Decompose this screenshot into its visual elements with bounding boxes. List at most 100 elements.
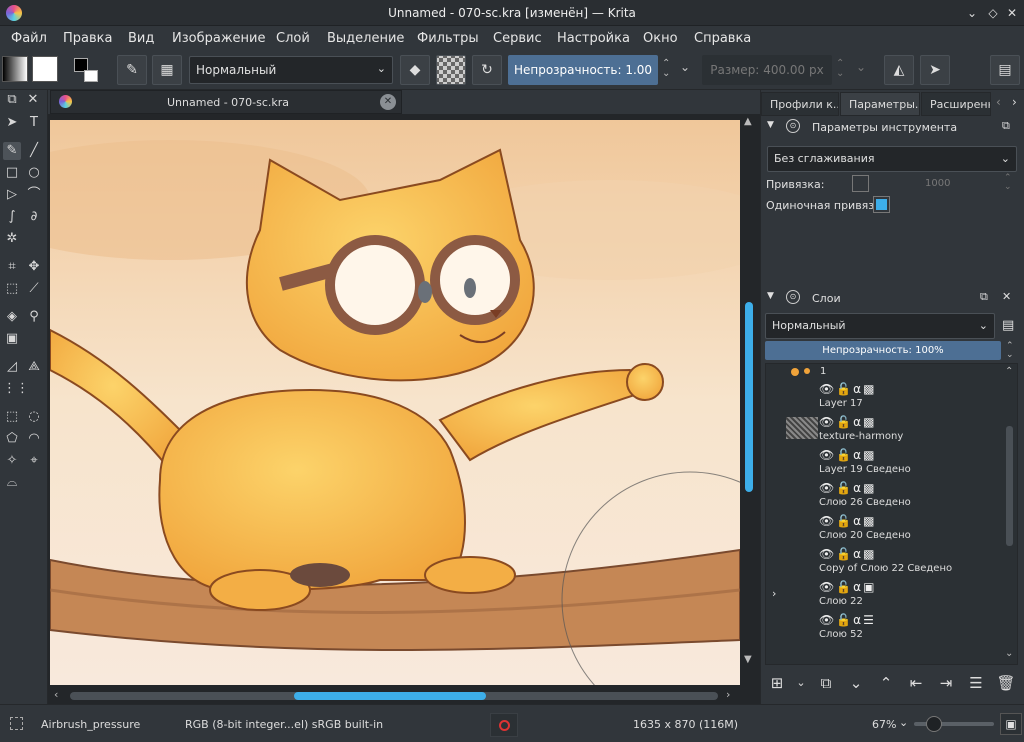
- size-spin-icon[interactable]: ⌃ ⌄: [836, 59, 844, 79]
- opacity-spin-icon[interactable]: ⌃ ⌄: [662, 59, 670, 79]
- tab-advanced[interactable]: Расширенн...: [921, 92, 991, 116]
- polygon-tool-icon[interactable]: ▷: [3, 186, 21, 204]
- layer-scroll-thumb[interactable]: [1006, 426, 1013, 546]
- float-docker-icon[interactable]: ⧉: [980, 290, 988, 304]
- menu-image[interactable]: Изображение: [172, 31, 265, 46]
- move-layer-up-button[interactable]: ⌃: [875, 672, 897, 694]
- eraser-button[interactable]: ◆: [400, 55, 430, 85]
- document-tab[interactable]: Unnamed - 070-sc.kra ✕: [50, 90, 402, 114]
- scroll-down-icon[interactable]: ▼: [744, 654, 752, 665]
- canvas-only-mode-icon[interactable]: ▣: [1000, 713, 1022, 735]
- layer-visibility-icons[interactable]: 👁🔓α▩: [819, 547, 876, 561]
- size-slider[interactable]: Размер: 400.00 px: [702, 55, 832, 85]
- alpha-lock-button[interactable]: [436, 55, 466, 85]
- layer-row[interactable]: 👁🔓α☰ Слою 52: [766, 610, 1002, 643]
- brush-editor-button[interactable]: ▦: [152, 55, 182, 85]
- layer-row[interactable]: 👁🔓α▩ Copy of Слою 22 Сведено: [766, 544, 1002, 577]
- layer-visibility-icons[interactable]: 👁🔓α▩: [819, 382, 876, 396]
- layer-row[interactable]: 👁🔓α▩ Layer 19 Сведено: [766, 445, 1002, 478]
- text-tool-icon[interactable]: T: [25, 114, 43, 132]
- reload-preset-button[interactable]: ↻: [472, 55, 502, 85]
- vertical-scroll-thumb[interactable]: [745, 302, 753, 492]
- layer-row[interactable]: 👁🔓α▩ Слою 26 Сведено: [766, 478, 1002, 511]
- menu-settings[interactable]: Настройка: [557, 31, 630, 46]
- close-panel-icon[interactable]: ✕: [24, 91, 42, 109]
- transform-tool-icon[interactable]: ⬚: [3, 280, 21, 298]
- perspective-grid-tool-icon[interactable]: ⟁: [25, 358, 43, 376]
- zoom-slider[interactable]: [914, 716, 994, 732]
- rect-select-tool-icon[interactable]: ⬚: [3, 408, 21, 426]
- layer-visibility-icons[interactable]: 👁🔓α▣: [819, 580, 876, 594]
- layer-visibility-icons[interactable]: 👁🔓α▩: [819, 448, 876, 462]
- menu-layer[interactable]: Слой: [276, 31, 310, 46]
- color-picker-tool-icon[interactable]: ⚲: [25, 308, 43, 326]
- layer-menu-icon[interactable]: ▤: [1002, 318, 1014, 333]
- duplicate-layer-button[interactable]: ⧉: [815, 672, 837, 694]
- expand-group-icon[interactable]: ›: [772, 587, 776, 600]
- single-snap-checkbox[interactable]: [873, 196, 890, 213]
- color-selector-icon[interactable]: [72, 56, 100, 84]
- ellipse-tool-icon[interactable]: ○: [25, 164, 43, 182]
- tab-brush-presets[interactable]: Профили к...: [761, 92, 839, 116]
- record-icon[interactable]: [490, 713, 518, 737]
- vertical-scrollbar[interactable]: ▲ ▼: [742, 116, 756, 666]
- dynamic-brush-tool-icon[interactable]: ∂: [25, 208, 43, 226]
- layer-opacity-spin-icon[interactable]: ⌃ ⌄: [1006, 342, 1014, 360]
- tab-tool-options[interactable]: Параметры...: [840, 92, 920, 116]
- bezier-select-tool-icon[interactable]: ⌓: [3, 474, 21, 492]
- maximize-button[interactable]: ◇: [985, 5, 1001, 21]
- move-layer-down-button[interactable]: ⌄: [845, 672, 867, 694]
- move-tool-icon[interactable]: ✥: [25, 258, 43, 276]
- menu-tools[interactable]: Сервис: [493, 31, 542, 46]
- menu-window[interactable]: Окно: [643, 31, 678, 46]
- smoothing-combo[interactable]: Без сглаживания ⌄: [767, 146, 1017, 172]
- add-layer-button[interactable]: ⊞: [766, 672, 788, 694]
- chevron-down-icon[interactable]: ⌄: [680, 60, 690, 74]
- layer-row[interactable]: 👁🔓α▩ Слою 20 Сведено: [766, 511, 1002, 544]
- horizontal-scroll-thumb[interactable]: [294, 692, 486, 700]
- layer-visibility-icons[interactable]: 👁🔓α▩: [819, 481, 876, 495]
- assistant-tool-icon[interactable]: ◿: [3, 358, 21, 376]
- layer-list-scrollbar[interactable]: ⌃ ⌄: [1004, 366, 1016, 662]
- mirror-horizontal-button[interactable]: ◭: [884, 55, 914, 85]
- layer-properties-button[interactable]: ☰: [965, 672, 987, 694]
- opacity-slider[interactable]: Непрозрачность: 1.00: [508, 55, 658, 85]
- selection-icon[interactable]: [10, 717, 23, 730]
- gradient-tool-icon[interactable]: ▣: [3, 330, 21, 348]
- snap-spin-icon[interactable]: ⌃ ⌄: [1004, 174, 1012, 192]
- scroll-up-icon[interactable]: ⌃: [1005, 366, 1013, 377]
- layer-right-button[interactable]: ⇥: [935, 672, 957, 694]
- chevron-down-icon[interactable]: ⌄: [899, 716, 908, 729]
- freehand-select-tool-icon[interactable]: ◠: [25, 430, 43, 448]
- tabs-scroll-left-icon[interactable]: ‹: [996, 95, 1001, 109]
- drawing-canvas[interactable]: [50, 120, 740, 685]
- toolbar-menu-button[interactable]: ▤: [990, 55, 1020, 85]
- collapse-arrow-icon[interactable]: ▼: [767, 120, 774, 130]
- scroll-down-icon[interactable]: ⌄: [1005, 648, 1013, 659]
- menu-filters[interactable]: Фильтры: [417, 31, 479, 46]
- close-tab-button[interactable]: ✕: [380, 94, 396, 110]
- zoom-level[interactable]: 67%: [872, 718, 896, 731]
- zoom-slider-handle[interactable]: [926, 716, 942, 732]
- ellipse-select-tool-icon[interactable]: ◌: [25, 408, 43, 426]
- collapse-arrow-icon[interactable]: ▼: [767, 291, 774, 301]
- float-panel-icon[interactable]: ⧉: [3, 91, 21, 109]
- layer-opacity-slider[interactable]: Непрозрачность: 100%: [765, 341, 1001, 360]
- polygon-select-tool-icon[interactable]: ⬠: [3, 430, 21, 448]
- gradient-swatch[interactable]: [2, 56, 28, 82]
- magic-wand-tool-icon[interactable]: ✧: [3, 452, 21, 470]
- tabs-scroll-right-icon[interactable]: ›: [1012, 95, 1017, 109]
- snap-checkbox[interactable]: [852, 175, 869, 192]
- line-tool-icon[interactable]: ╱: [25, 142, 43, 160]
- close-docker-icon[interactable]: ✕: [1002, 290, 1011, 303]
- multibrush-tool-icon[interactable]: ✲: [3, 230, 21, 248]
- lock-icon[interactable]: ⊙: [786, 290, 800, 304]
- layer-visibility-icons[interactable]: 👁🔓α▩: [819, 514, 876, 528]
- layer-visibility-icons[interactable]: 👁🔓α▩: [819, 415, 876, 429]
- layer-row[interactable]: 👁🔓α▩ Layer 17: [766, 379, 1002, 412]
- crop-tool-icon[interactable]: ⌗: [3, 258, 21, 276]
- rectangle-tool-icon[interactable]: □: [3, 164, 21, 182]
- blend-mode-combo[interactable]: Нормальный ⌄: [189, 56, 393, 84]
- brush-preset-button[interactable]: ✎: [117, 55, 147, 85]
- close-window-button[interactable]: ✕: [1004, 5, 1020, 21]
